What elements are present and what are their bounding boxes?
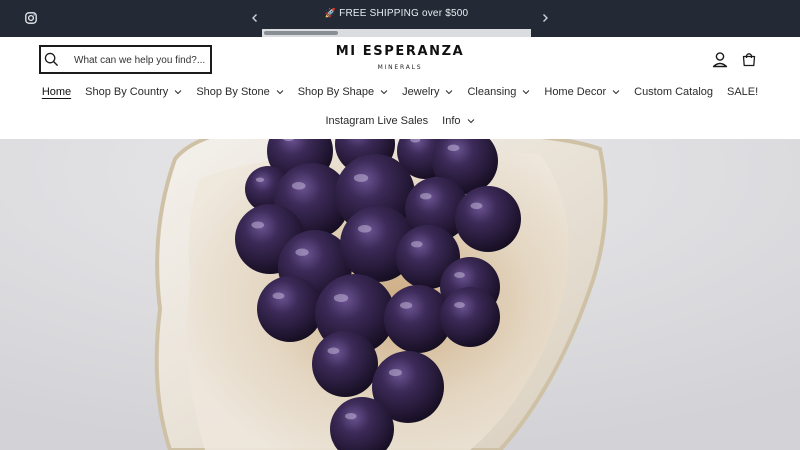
sphere-highlight <box>345 413 357 420</box>
logo-tagline: MINERALS <box>377 64 423 71</box>
nav-shop-by-country[interactable]: Shop By Country <box>78 86 189 98</box>
site-logo[interactable]: MI ESPERANZA MINERALS <box>330 44 470 71</box>
main-nav: Home Shop By Country Shop By Stone Shop … <box>0 80 800 104</box>
cart-icon[interactable] <box>739 50 759 70</box>
amethyst-sphere <box>312 331 378 397</box>
instagram-icon[interactable] <box>25 12 37 24</box>
nav-sale[interactable]: SALE! <box>720 86 765 98</box>
nav-shop-by-country-label: Shop By Country <box>85 86 169 98</box>
chevron-down-icon <box>522 88 530 96</box>
nav-jewelry[interactable]: Jewelry <box>395 86 460 98</box>
sphere-highlight <box>420 193 432 200</box>
account-icon[interactable] <box>710 50 730 70</box>
chevron-down-icon <box>276 88 284 96</box>
nav-info-label: Info <box>442 115 461 127</box>
nav-home-label: Home <box>41 86 72 98</box>
search-box[interactable] <box>39 45 212 74</box>
sphere-highlight <box>251 221 265 229</box>
announcement-scrollbar-thumb[interactable] <box>264 31 338 35</box>
announcement-bar: 🚀 FREE SHIPPING over $500 <box>0 0 800 37</box>
nav-shop-by-shape-label: Shop By Shape <box>297 86 375 98</box>
announcement-prev-button[interactable] <box>248 11 262 25</box>
sphere-highlight <box>272 292 285 300</box>
nav-shop-by-stone[interactable]: Shop By Stone <box>189 86 290 98</box>
nav-cleansing[interactable]: Cleansing <box>460 86 537 98</box>
sphere-highlight <box>411 241 423 248</box>
announcement-next-button[interactable] <box>538 11 552 25</box>
amethyst-sphere <box>455 186 521 252</box>
sphere-highlight <box>388 369 402 377</box>
chevron-left-icon <box>252 14 257 22</box>
announcement-label: FREE SHIPPING over $500 <box>339 8 469 19</box>
sphere-highlight <box>447 144 460 152</box>
rocket-icon: 🚀 <box>324 8 337 18</box>
sphere-highlight <box>353 174 369 182</box>
hero-image <box>0 139 800 450</box>
nav-instagram-live-sales[interactable]: Instagram Live Sales <box>318 115 435 127</box>
sphere-highlight <box>470 202 483 210</box>
search-icon[interactable] <box>44 52 59 67</box>
search-input[interactable] <box>74 51 208 69</box>
nav-home[interactable]: Home <box>35 86 78 98</box>
chevron-right-icon <box>543 14 548 22</box>
amethyst-sphere <box>257 276 323 342</box>
nav-home-decor-label: Home Decor <box>544 86 607 98</box>
nav-jewelry-label: Jewelry <box>402 86 440 98</box>
announcement-scrollbar[interactable] <box>262 29 531 37</box>
sphere-highlight <box>454 302 465 308</box>
chevron-down-icon <box>612 88 620 96</box>
sphere-highlight <box>399 302 413 309</box>
sphere-highlight <box>255 177 265 183</box>
chevron-down-icon <box>174 88 182 96</box>
chevron-down-icon <box>445 88 453 96</box>
nav-cleansing-label: Cleansing <box>467 86 517 98</box>
sphere-highlight <box>454 272 465 278</box>
nav-custom-catalog-label: Custom Catalog <box>634 86 713 98</box>
nav-home-decor[interactable]: Home Decor <box>537 86 627 98</box>
nav-sale-label: SALE! <box>727 86 759 98</box>
sphere-highlight <box>357 225 372 233</box>
amethyst-sphere <box>440 287 500 347</box>
sphere-highlight <box>295 248 309 256</box>
sphere-highlight <box>291 182 306 190</box>
announcement-text: 🚀 FREE SHIPPING over $500 <box>262 8 531 19</box>
chevron-down-icon <box>380 88 388 96</box>
nav-shop-by-shape[interactable]: Shop By Shape <box>291 86 395 98</box>
sphere-highlight <box>327 347 340 355</box>
nav-custom-catalog[interactable]: Custom Catalog <box>627 86 720 98</box>
logo-name: MI ESPERANZA <box>335 44 465 59</box>
nav-instagram-live-sales-label: Instagram Live Sales <box>325 115 429 127</box>
hero-illustration <box>0 139 800 450</box>
main-nav-row-2: Instagram Live Sales Info <box>0 109 800 133</box>
chevron-down-icon <box>467 117 475 125</box>
nav-info[interactable]: Info <box>435 115 481 127</box>
sphere-highlight <box>333 294 349 302</box>
nav-shop-by-stone-label: Shop By Stone <box>196 86 270 98</box>
